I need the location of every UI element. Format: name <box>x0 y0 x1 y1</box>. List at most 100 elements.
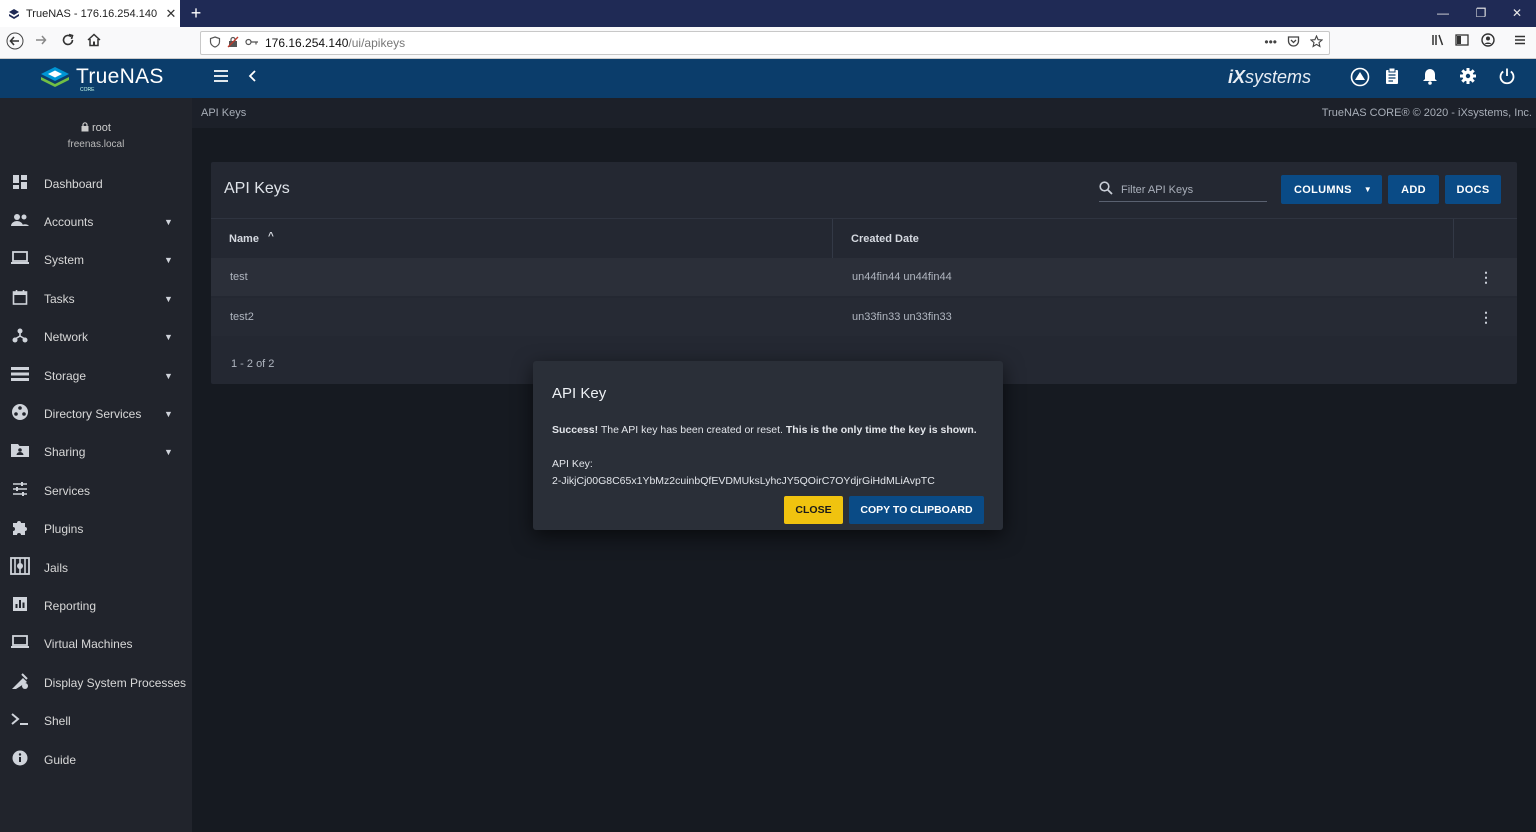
sidebar-item-virtual-machines[interactable]: Virtual Machines <box>0 625 192 663</box>
reporting-icon <box>10 596 30 616</box>
dialog-message: Success! The API key has been created or… <box>552 424 992 436</box>
bookmark-star-icon[interactable] <box>1309 34 1324 51</box>
browser-tab-title: TrueNAS - 176.16.254.140 <box>26 7 158 20</box>
sidebar-item-shell[interactable]: Shell <box>0 702 192 740</box>
username: root <box>92 122 111 134</box>
chevron-down-icon: ▼ <box>164 217 173 227</box>
insecure-connection-icon[interactable] <box>227 36 239 51</box>
task-manager-icon[interactable] <box>1381 67 1403 89</box>
chevron-down-icon: ▼ <box>164 294 173 304</box>
hamburger-menu-icon[interactable] <box>210 67 232 89</box>
collapse-sidebar-icon[interactable] <box>242 67 264 89</box>
copyright-text: TrueNAS CORE® © 2020 - iXsystems, Inc. <box>1321 107 1532 119</box>
sidebar-toggle-icon[interactable] <box>1451 32 1473 54</box>
sidebar-item-tasks[interactable]: Tasks ▼ <box>0 280 192 318</box>
more-vert-icon[interactable]: ⋮ <box>1479 298 1493 336</box>
ix-logo-mark: iX <box>1228 67 1246 87</box>
sidebar-item-label: Virtual Machines <box>44 637 133 651</box>
new-tab-button[interactable]: + <box>186 3 206 23</box>
sidebar-item-network[interactable]: Network ▼ <box>0 318 192 356</box>
truenas-logo-icon <box>41 67 69 87</box>
truenas-logo[interactable]: TrueNAS <box>40 65 164 89</box>
shield-icon[interactable] <box>209 35 221 51</box>
cell-name: test <box>230 271 248 283</box>
search-icon <box>1099 181 1121 198</box>
notifications-bell-icon[interactable] <box>1419 67 1441 89</box>
sidebar-item-directory-services[interactable]: Directory Services ▼ <box>0 395 192 433</box>
forward-arrow-icon[interactable] <box>30 32 52 54</box>
sidebar-item-accounts[interactable]: Accounts ▼ <box>0 203 192 241</box>
tab-close-icon[interactable]: ✕ <box>162 6 180 22</box>
storage-icon <box>10 367 30 385</box>
reload-icon[interactable] <box>57 32 79 54</box>
sidebar-item-sharing[interactable]: Sharing ▼ <box>0 433 192 471</box>
sidebar-item-display-system-processes[interactable]: Display System Processes <box>0 664 192 702</box>
guide-icon <box>10 750 30 770</box>
sidebar-item-label: Directory Services <box>44 407 142 421</box>
account-icon[interactable] <box>1477 32 1499 54</box>
sidebar-item-storage[interactable]: Storage ▼ <box>0 357 192 395</box>
caret-down-icon: ▼ <box>1363 185 1372 194</box>
column-header-created-date[interactable]: Created Date <box>851 219 919 259</box>
ix-logo-text: systems <box>1245 67 1312 87</box>
sidebar-item-label: Jails <box>44 561 69 575</box>
sidebar-item-dashboard[interactable]: Dashboard <box>0 165 192 203</box>
table-row[interactable]: test un44fin44 un44fin44 ⋮ <box>211 258 1517 296</box>
dialog-title: API Key <box>552 385 607 402</box>
dialog-message-text: The API key has been created or reset. <box>598 424 786 436</box>
restore-button[interactable]: ❐ <box>1462 0 1500 27</box>
chevron-down-icon: ▼ <box>164 409 173 419</box>
browser-tab[interactable]: TrueNAS - 176.16.254.140 ✕ <box>0 0 180 27</box>
truenas-favicon-icon <box>8 8 20 20</box>
api-key-label: API Key: <box>552 458 593 470</box>
sidebar-item-jails[interactable]: Jails <box>0 549 192 587</box>
chevron-down-icon: ▼ <box>164 332 173 342</box>
page-actions-icon[interactable]: ••• <box>1264 35 1277 51</box>
columns-button[interactable]: COLUMNS ▼ <box>1281 175 1382 204</box>
column-divider <box>832 219 833 259</box>
filter-field <box>1099 178 1267 202</box>
close-button[interactable]: CLOSE <box>784 496 843 524</box>
docs-button[interactable]: DOCS <box>1445 175 1501 204</box>
hostname: freenas.local <box>67 139 125 150</box>
power-icon[interactable] <box>1496 67 1518 89</box>
sort-ascending-icon[interactable]: ^ <box>268 231 274 242</box>
sharing-icon <box>10 443 30 461</box>
filter-api-keys-input[interactable] <box>1121 183 1261 196</box>
settings-gear-icon[interactable] <box>1457 67 1479 89</box>
column-header-name-label: Name <box>229 233 259 245</box>
permissions-key-icon[interactable] <box>245 37 259 50</box>
dialog-warning-text: This is the only time the key is shown. <box>785 424 977 436</box>
page-title: API Keys <box>224 180 290 197</box>
browser-nav-bar: 176.16.254.140/ui/apikeys ••• <box>0 27 1536 59</box>
menu-icon[interactable] <box>1509 32 1531 54</box>
sidebar-item-label: Reporting <box>44 599 97 613</box>
add-button[interactable]: ADD <box>1388 175 1439 204</box>
pocket-icon[interactable] <box>1287 35 1300 51</box>
sidebar-item-reporting[interactable]: Reporting <box>0 587 192 625</box>
table-row[interactable]: test2 un33fin33 un33fin33 ⋮ <box>211 298 1517 336</box>
processes-icon <box>10 672 30 694</box>
more-vert-icon[interactable]: ⋮ <box>1479 258 1493 296</box>
address-bar[interactable]: 176.16.254.140/ui/apikeys ••• <box>200 31 1330 55</box>
browser-tab-bar: TrueNAS - 176.16.254.140 ✕ + — ❐ ✕ <box>0 0 1536 27</box>
sidebar-item-services[interactable]: Services <box>0 472 192 510</box>
sidebar-item-guide[interactable]: Guide <box>0 741 192 779</box>
back-arrow-icon[interactable] <box>4 32 26 54</box>
minimize-button[interactable]: — <box>1424 0 1462 27</box>
sidebar-item-label: Services <box>44 484 91 498</box>
sidebar-item-plugins[interactable]: Plugins <box>0 510 192 548</box>
truecommand-icon[interactable] <box>1349 67 1371 89</box>
close-window-button[interactable]: ✕ <box>1498 0 1536 27</box>
sidebar-item-label: Plugins <box>44 522 84 536</box>
chevron-down-icon: ▼ <box>164 447 173 457</box>
library-icon[interactable] <box>1427 32 1449 54</box>
url-host: 176.16.254.140 <box>265 36 349 50</box>
jails-icon <box>10 557 30 579</box>
ixsystems-logo[interactable]: iXsystems <box>1228 67 1311 88</box>
shell-icon <box>10 712 30 730</box>
sidebar-item-system[interactable]: System ▼ <box>0 241 192 279</box>
column-header-name[interactable]: Name ^ <box>229 219 274 259</box>
copy-to-clipboard-button[interactable]: COPY TO CLIPBOARD <box>849 496 984 524</box>
home-icon[interactable] <box>83 32 105 54</box>
